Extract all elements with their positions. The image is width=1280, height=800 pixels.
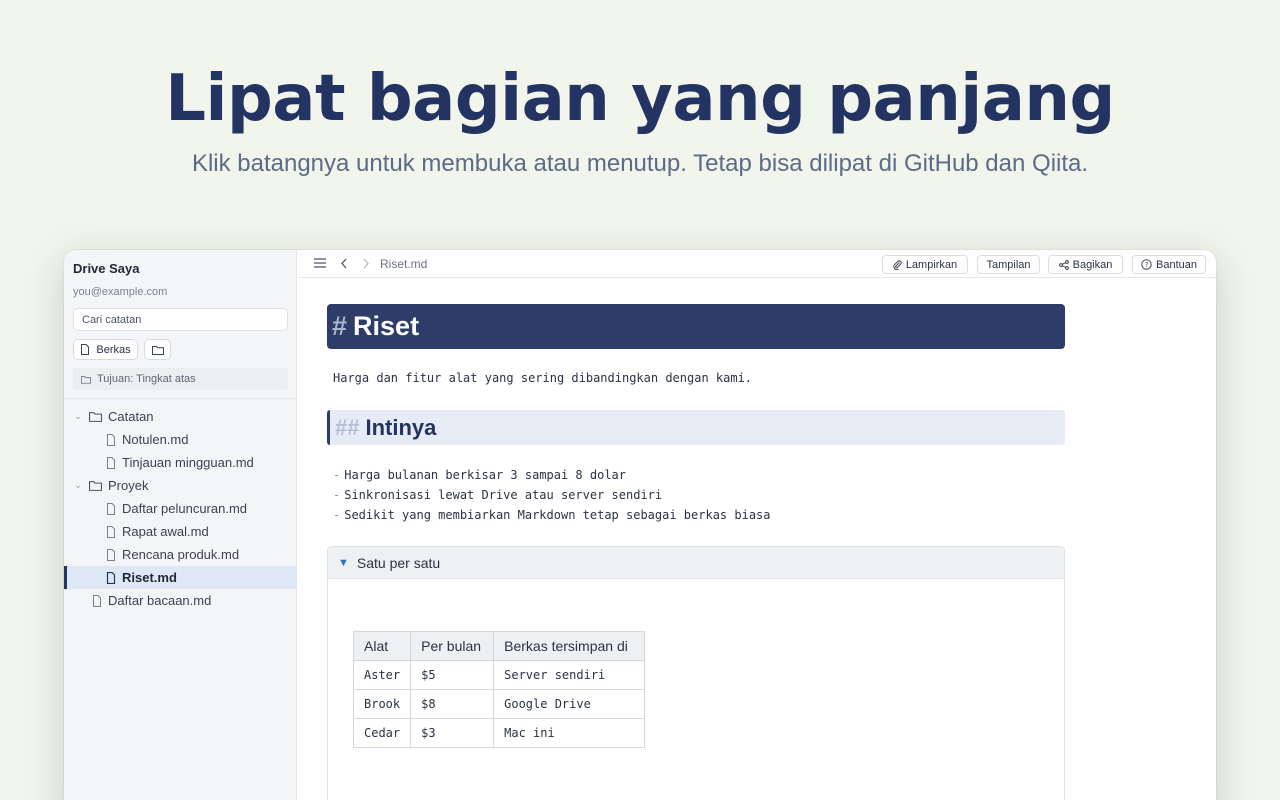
- hero-subtitle: Klik batangnya untuk membuka atau menutu…: [191, 150, 1089, 177]
- account-email: you@example.com: [73, 286, 168, 298]
- new-file-button[interactable]: Berkas: [73, 339, 138, 360]
- tree-file-daftar-peluncuran[interactable]: Daftar peluncuran.md: [64, 497, 297, 520]
- bullet-list: - Harga bulanan berkisar 3 sampai 8 dolar…: [333, 465, 771, 525]
- sidebar: Drive Saya you@example.com Cari catatan …: [64, 250, 297, 800]
- file-icon: [106, 433, 116, 446]
- new-file-label: Berkas: [96, 343, 131, 356]
- tree-file-rapat-awal[interactable]: Rapat awal.md: [64, 520, 297, 543]
- search-input[interactable]: Cari catatan: [73, 308, 288, 331]
- table-row: Aster $5 Server sendiri: [352, 660, 646, 690]
- forward-icon[interactable]: [362, 258, 370, 269]
- app-window: Drive Saya you@example.com Cari catatan …: [64, 250, 1216, 800]
- tree-item-label: Daftar peluncuran.md: [122, 501, 248, 516]
- tree-file-riset[interactable]: Riset.md: [64, 566, 297, 589]
- list-item: - Sedikit yang membiarkan Markdown tetap …: [333, 508, 771, 522]
- target-label: Tujuan: Tingkat atas: [97, 373, 196, 385]
- tree-item-label: Rapat awal.md: [122, 524, 209, 539]
- tree-file-tinjauan[interactable]: Tinjauan mingguan.md: [64, 451, 297, 474]
- table-cell: Server sendiri: [493, 660, 646, 690]
- heading-2-marker: ##: [335, 414, 360, 440]
- heading-1: # Riset: [327, 304, 1065, 349]
- collapsible-section: ▼ Satu per satu Alat Per bulan Berkas te…: [327, 546, 1065, 800]
- file-icon: [106, 456, 116, 469]
- folder-icon: [151, 345, 164, 355]
- folder-icon: [81, 375, 91, 384]
- table-cell: $8: [410, 689, 495, 719]
- help-label: Bantuan: [1156, 258, 1197, 271]
- sidebar-divider: [64, 398, 297, 399]
- help-button[interactable]: ? Bantuan: [1132, 255, 1206, 274]
- tree-item-label: Daftar bacaan.md: [108, 593, 212, 608]
- intro-paragraph: Harga dan fitur alat yang sering dibandi…: [333, 371, 753, 385]
- table-cell: Brook: [352, 689, 412, 719]
- table-header: Per bulan: [410, 631, 495, 661]
- chevron-down-icon: ⌄: [74, 411, 82, 421]
- table-cell: Aster: [352, 660, 412, 690]
- target-folder-indicator: Tujuan: Tingkat atas: [73, 368, 288, 390]
- menu-icon[interactable]: [314, 258, 326, 268]
- tree-item-label: Riset.md: [122, 570, 177, 585]
- share-icon: [1058, 259, 1069, 270]
- sidebar-title: Drive Saya: [73, 261, 140, 276]
- collapsible-summary: Satu per satu: [356, 554, 441, 571]
- tree-item-label: Notulen.md: [122, 432, 189, 447]
- file-icon: [106, 548, 116, 561]
- view-label: Tampilan: [986, 258, 1031, 271]
- tree-file-daftar-bacaan[interactable]: Daftar bacaan.md: [64, 589, 297, 612]
- file-icon: [106, 571, 116, 584]
- tree-item-label: Catatan: [108, 409, 154, 424]
- heading-2: ## Intinya: [327, 410, 1065, 445]
- heading-2-text: Intinya: [365, 414, 437, 440]
- file-tree: ⌄ Catatan Notulen.md Tinjauan mingguan.m…: [64, 405, 297, 612]
- comparison-table: Alat Per bulan Berkas tersimpan di Aster…: [352, 631, 646, 748]
- tree-folder-proyek[interactable]: ⌄ Proyek: [64, 474, 297, 497]
- table-cell: Google Drive: [493, 689, 646, 719]
- share-label: Bagikan: [1072, 258, 1113, 271]
- tree-item-label: Tinjauan mingguan.md: [122, 455, 254, 470]
- help-icon: ?: [1141, 259, 1152, 270]
- table-cell: Cedar: [352, 718, 412, 748]
- chevron-down-icon: ⌄: [74, 480, 82, 490]
- tree-file-notulen[interactable]: Notulen.md: [64, 428, 297, 451]
- triangle-down-icon: ▼: [338, 556, 349, 569]
- svg-text:?: ?: [1145, 261, 1149, 269]
- heading-1-text: Riset: [353, 311, 420, 341]
- tree-folder-catatan[interactable]: ⌄ Catatan: [64, 405, 297, 428]
- collapsible-toggle[interactable]: ▼ Satu per satu: [328, 547, 1064, 579]
- folder-icon: [89, 480, 102, 491]
- top-bar: Riset.md Lampirkan Tampilan Bagikan ? Ba…: [298, 250, 1216, 278]
- table-cell: $5: [410, 660, 495, 690]
- folder-icon: [89, 411, 102, 422]
- tree-item-label: Rencana produk.md: [122, 547, 240, 562]
- attach-label: Lampirkan: [905, 258, 958, 271]
- table-header: Berkas tersimpan di: [493, 631, 646, 661]
- list-item: - Sinkronisasi lewat Drive atau server se…: [333, 488, 663, 502]
- file-icon: [92, 594, 102, 607]
- attach-button[interactable]: Lampirkan: [882, 255, 968, 274]
- list-item: - Harga bulanan berkisar 3 sampai 8 dolar: [333, 468, 626, 482]
- file-icon: [106, 525, 116, 538]
- heading-1-marker: #: [332, 311, 348, 341]
- new-folder-button[interactable]: [144, 339, 171, 360]
- paperclip-icon: [893, 259, 902, 270]
- editor-content[interactable]: # Riset Harga dan fitur alat yang sering…: [298, 279, 1216, 800]
- breadcrumb: Riset.md: [380, 257, 428, 271]
- table-header-row: Alat Per bulan Berkas tersimpan di: [352, 631, 646, 661]
- table-header: Alat: [352, 631, 412, 661]
- tree-file-rencana-produk[interactable]: Rencana produk.md: [64, 543, 297, 566]
- file-icon: [80, 344, 90, 355]
- table-cell: Mac ini: [493, 718, 646, 748]
- hero-title: Lipat bagian yang panjang: [165, 62, 1115, 136]
- table-cell: $3: [410, 718, 495, 748]
- share-button[interactable]: Bagikan: [1048, 255, 1123, 274]
- tree-item-label: Proyek: [108, 478, 149, 493]
- view-button[interactable]: Tampilan: [977, 255, 1040, 274]
- table-row: Brook $8 Google Drive: [352, 689, 646, 719]
- back-icon[interactable]: [340, 258, 348, 269]
- file-icon: [106, 502, 116, 515]
- table-row: Cedar $3 Mac ini: [352, 718, 646, 748]
